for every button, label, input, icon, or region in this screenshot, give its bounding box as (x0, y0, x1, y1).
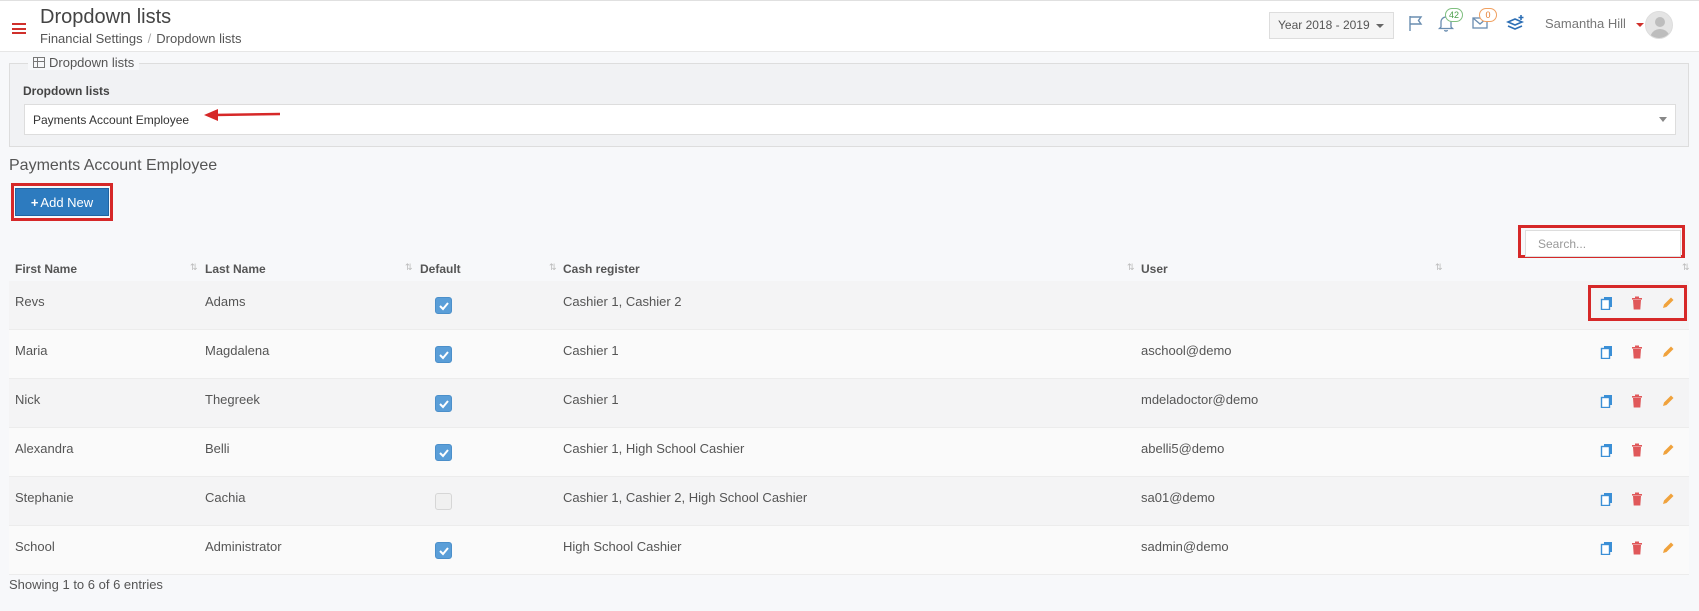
table-row: Maria Magdalena Cashier 1 aschool@demo (9, 330, 1689, 379)
breadcrumb: Financial Settings / Dropdown lists (40, 31, 242, 46)
dropdown-lists-selected-value: Payments Account Employee (33, 113, 190, 127)
cell-last-name: Administrator (205, 539, 282, 554)
cell-first-name: School (15, 539, 55, 554)
panel-legend: Dropdown lists (28, 55, 140, 70)
column-user[interactable]: User (1141, 262, 1168, 276)
bell-icon[interactable]: 42 (1437, 8, 1464, 34)
panel-legend-label: Dropdown lists (49, 55, 135, 70)
table-info: Showing 1 to 6 of 6 entries (9, 577, 163, 592)
default-checkbox[interactable] (435, 444, 452, 461)
sort-icon[interactable]: ⇅ (1682, 262, 1689, 273)
pencil-icon[interactable] (1661, 443, 1677, 459)
annotation-arrow (204, 109, 281, 121)
menu-icon[interactable] (12, 23, 26, 34)
table-row: Revs Adams Cashier 1, Cashier 2 (9, 281, 1689, 330)
layers-icon[interactable] (1505, 14, 1526, 34)
copy-icon[interactable] (1600, 443, 1616, 459)
chevron-down-icon (1659, 117, 1667, 122)
default-checkbox[interactable] (435, 542, 452, 559)
sort-icon[interactable]: ⇅ (1127, 262, 1134, 273)
pencil-icon[interactable] (1661, 492, 1677, 508)
dropdown-lists-label: Dropdown lists (23, 84, 110, 98)
sort-icon[interactable]: ⇅ (405, 262, 412, 273)
cell-cash-register: Cashier 1, High School Cashier (563, 441, 745, 456)
table-row: Nick Thegreek Cashier 1 mdeladoctor@demo (9, 379, 1689, 428)
add-new-button[interactable]: + Add New (15, 188, 109, 216)
default-checkbox[interactable] (435, 297, 452, 314)
cell-last-name: Thegreek (205, 392, 260, 407)
notifications-badge: 42 (1445, 8, 1464, 22)
cell-first-name: Stephanie (15, 490, 74, 505)
cell-user: mdeladoctor@demo (1141, 392, 1259, 407)
copy-icon[interactable] (1600, 541, 1616, 557)
trash-icon[interactable] (1630, 345, 1646, 361)
pencil-icon[interactable] (1661, 345, 1677, 361)
plus-icon: + (30, 195, 39, 210)
sort-icon[interactable]: ⇅ (190, 262, 197, 273)
annotation-highlight-actions (1588, 285, 1687, 321)
default-checkbox[interactable] (435, 395, 452, 412)
sort-icon[interactable]: ⇅ (549, 262, 556, 273)
column-first-name[interactable]: First Name (15, 262, 77, 276)
user-name[interactable]: Samantha Hill (1545, 16, 1626, 31)
pencil-icon[interactable] (1661, 394, 1677, 410)
chevron-down-icon (1375, 23, 1384, 28)
year-select-label: Year 2018 - 2019 (1278, 18, 1370, 32)
sort-icon[interactable]: ⇅ (1435, 262, 1442, 273)
copy-icon[interactable] (1600, 492, 1616, 508)
trash-icon[interactable] (1630, 394, 1646, 410)
trash-icon[interactable] (1630, 443, 1646, 459)
cell-last-name: Belli (205, 441, 230, 456)
default-checkbox[interactable] (435, 346, 452, 363)
cell-first-name: Alexandra (15, 441, 74, 456)
cell-last-name: Adams (205, 294, 246, 309)
page-title: Dropdown lists (40, 6, 172, 28)
table-icon (33, 57, 45, 68)
flag-icon[interactable] (1407, 14, 1427, 34)
table-row: School Administrator High School Cashier… (9, 526, 1689, 575)
breadcrumb-dropdown-lists: Dropdown lists (156, 31, 242, 46)
cell-first-name: Revs (15, 294, 45, 309)
cell-user: sa01@demo (1141, 490, 1215, 505)
cell-cash-register: High School Cashier (563, 539, 682, 554)
cell-user: aschool@demo (1141, 343, 1232, 358)
cell-cash-register: Cashier 1 (563, 392, 619, 407)
cell-last-name: Cachia (205, 490, 246, 505)
cell-user: sadmin@demo (1141, 539, 1229, 554)
copy-icon[interactable] (1600, 345, 1616, 361)
cell-first-name: Maria (15, 343, 48, 358)
add-new-label: Add New (40, 195, 94, 210)
cell-last-name: Magdalena (205, 343, 270, 358)
table-row: Stephanie Cachia Cashier 1, Cashier 2, H… (9, 477, 1689, 526)
default-checkbox[interactable] (435, 493, 452, 510)
section-title: Payments Account Employee (9, 157, 218, 174)
avatar[interactable] (1645, 11, 1673, 39)
cell-cash-register: Cashier 1, Cashier 2, High School Cashie… (563, 490, 808, 505)
messages-badge: 0 (1479, 8, 1497, 22)
cell-first-name: Nick (15, 392, 41, 407)
column-last-name[interactable]: Last Name (205, 262, 266, 276)
column-cash-register[interactable]: Cash register (563, 262, 640, 276)
trash-icon[interactable] (1630, 541, 1646, 557)
table-row: Alexandra Belli Cashier 1, High School C… (9, 428, 1689, 477)
cell-cash-register: Cashier 1, Cashier 2 (563, 294, 682, 309)
dropdown-lists-panel: Dropdown lists Dropdown lists Payments A… (9, 55, 1689, 147)
breadcrumb-financial-settings[interactable]: Financial Settings (40, 31, 143, 46)
cell-cash-register: Cashier 1 (563, 343, 619, 358)
cell-user: abelli5@demo (1141, 441, 1225, 456)
search-box (1525, 230, 1681, 257)
user-menu-caret-icon[interactable] (1636, 23, 1644, 27)
search-input[interactable] (1526, 231, 1680, 256)
column-default[interactable]: Default (420, 262, 461, 276)
table-header: First Name ⇅ Last Name ⇅ Default ⇅ Cash … (9, 262, 1689, 282)
year-select[interactable]: Year 2018 - 2019 (1269, 12, 1394, 39)
top-bar: Dropdown lists Financial Settings / Dropdo… (0, 0, 1699, 52)
envelope-icon[interactable]: 0 (1471, 8, 1497, 34)
trash-icon[interactable] (1630, 492, 1646, 508)
copy-icon[interactable] (1600, 394, 1616, 410)
pencil-icon[interactable] (1661, 541, 1677, 557)
